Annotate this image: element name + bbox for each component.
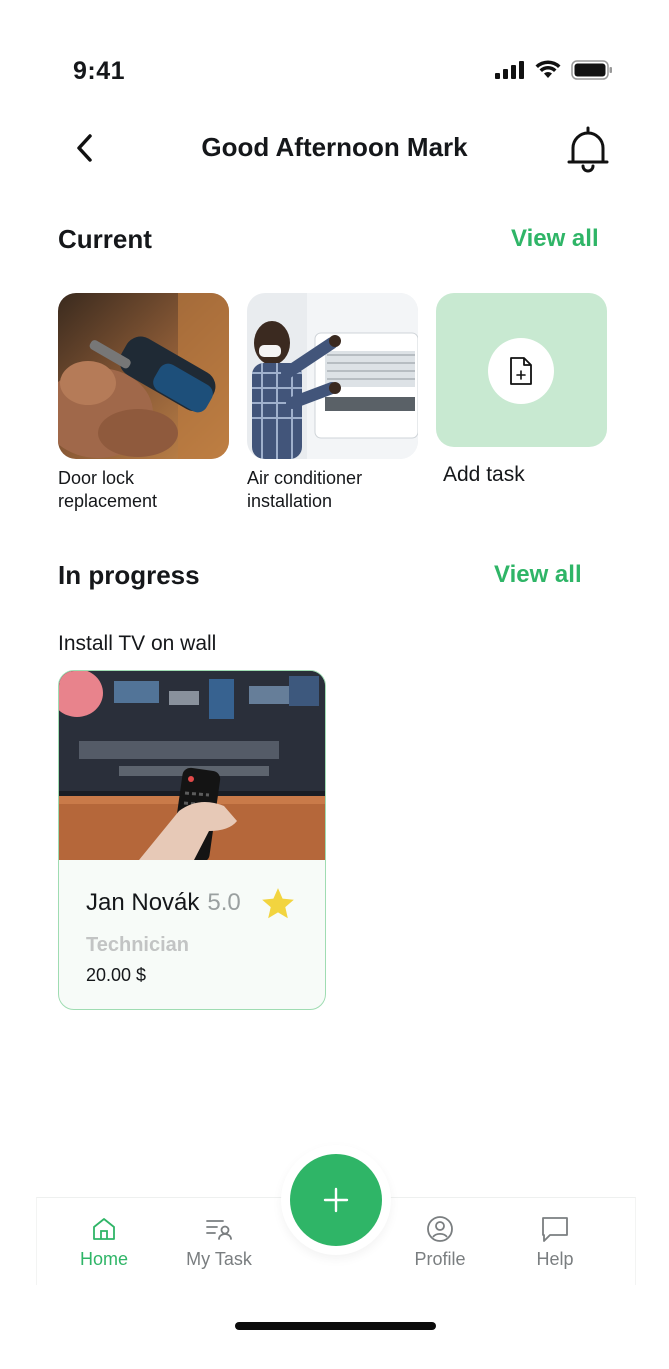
- add-task-circle: [488, 338, 554, 404]
- nav-label-my-task: My Task: [186, 1249, 252, 1269]
- tv-remote-photo: [59, 671, 325, 860]
- nav-label-home: Home: [79, 1249, 128, 1269]
- current-task-card[interactable]: Air conditioner installation: [247, 293, 418, 513]
- door-lock-photo: [58, 293, 229, 459]
- current-task-card[interactable]: Door lock replacement: [58, 293, 229, 513]
- air-conditioner-photo: [247, 293, 418, 459]
- wifi-icon: [535, 60, 561, 78]
- current-view-all-link[interactable]: View all: [511, 225, 599, 253]
- in-progress-task-title: Install TV on wall: [58, 632, 217, 655]
- nav-label-profile: Profile: [414, 1249, 466, 1269]
- battery-icon: [571, 60, 612, 80]
- home-indicator: [235, 1322, 436, 1330]
- technician-role: Technician: [86, 934, 189, 956]
- star-icon: [262, 888, 294, 919]
- nav-item-my-task[interactable]: My Task: [169, 1198, 269, 1286]
- add-task-card[interactable]: [436, 293, 607, 447]
- nav-item-profile[interactable]: Profile: [390, 1198, 490, 1286]
- technician-price: 20.00 $: [86, 965, 147, 985]
- bell-icon: [567, 126, 609, 173]
- status-time: 9:41: [73, 57, 126, 85]
- add-task-label[interactable]: Add task: [443, 463, 525, 487]
- add-button[interactable]: [290, 1154, 382, 1246]
- in-progress-section-title: In progress: [58, 560, 200, 590]
- chat-icon: [540, 1214, 570, 1244]
- current-task-label: Air conditioner installation: [247, 468, 363, 511]
- home-icon: [89, 1214, 119, 1244]
- nav-item-home[interactable]: Home: [54, 1198, 154, 1286]
- status-icons: [495, 60, 613, 80]
- technician-name: Jan Novák: [86, 889, 200, 916]
- in-progress-view-all-link[interactable]: View all: [494, 561, 582, 589]
- profile-icon: [425, 1214, 455, 1244]
- plus-icon: [323, 1187, 349, 1213]
- nav-label-help: Help: [536, 1249, 574, 1269]
- technician-name-row: Jan Novák 5.0: [86, 889, 241, 917]
- task-list-icon: [204, 1214, 234, 1244]
- notifications-button[interactable]: [566, 124, 610, 174]
- in-progress-task-card[interactable]: Jan Novák 5.0 Technician 20.00 $: [58, 670, 326, 1010]
- nav-item-help[interactable]: Help: [505, 1198, 605, 1286]
- current-task-label: Door lock replacement: [58, 468, 158, 511]
- current-section-title: Current: [58, 224, 152, 254]
- cellular-signal-icon: [495, 61, 524, 79]
- technician-rating: 5.0: [207, 889, 241, 916]
- file-plus-icon: [510, 357, 532, 385]
